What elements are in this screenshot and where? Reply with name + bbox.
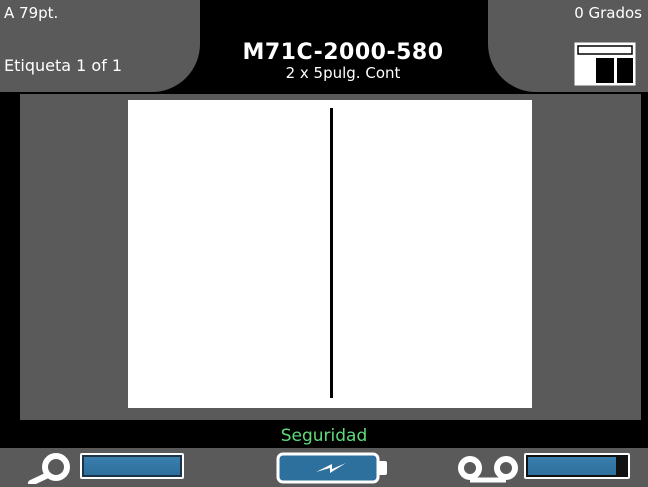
status-text: Seguridad [280, 426, 368, 446]
feed-level-bar [80, 453, 184, 479]
header: A 79pt. Etiqueta 1 of 1 0 Grados M71C-20… [0, 0, 648, 92]
label-canvas[interactable] [128, 100, 532, 408]
ribbon-level-fill [528, 457, 616, 475]
ribbon-icon[interactable] [456, 452, 522, 484]
label-size: 2 x 5pulg. Cont [285, 64, 401, 82]
printer-screen: A 79pt. Etiqueta 1 of 1 0 Grados M71C-20… [0, 0, 648, 487]
ribbon-level-bar [524, 453, 630, 479]
battery-charging-icon [276, 452, 387, 484]
layout-icon[interactable] [574, 42, 636, 86]
part-number: M71C-2000-580 [242, 40, 444, 65]
text-cursor [330, 108, 333, 398]
label-count: Etiqueta 1 of 1 [4, 56, 123, 75]
rotation-indicator[interactable]: 0 Grados [574, 4, 642, 22]
feed-icon[interactable] [24, 452, 74, 484]
font-size-indicator[interactable]: A 79pt. [4, 4, 58, 22]
editor-area [20, 94, 641, 420]
feed-level-fill [84, 457, 180, 475]
